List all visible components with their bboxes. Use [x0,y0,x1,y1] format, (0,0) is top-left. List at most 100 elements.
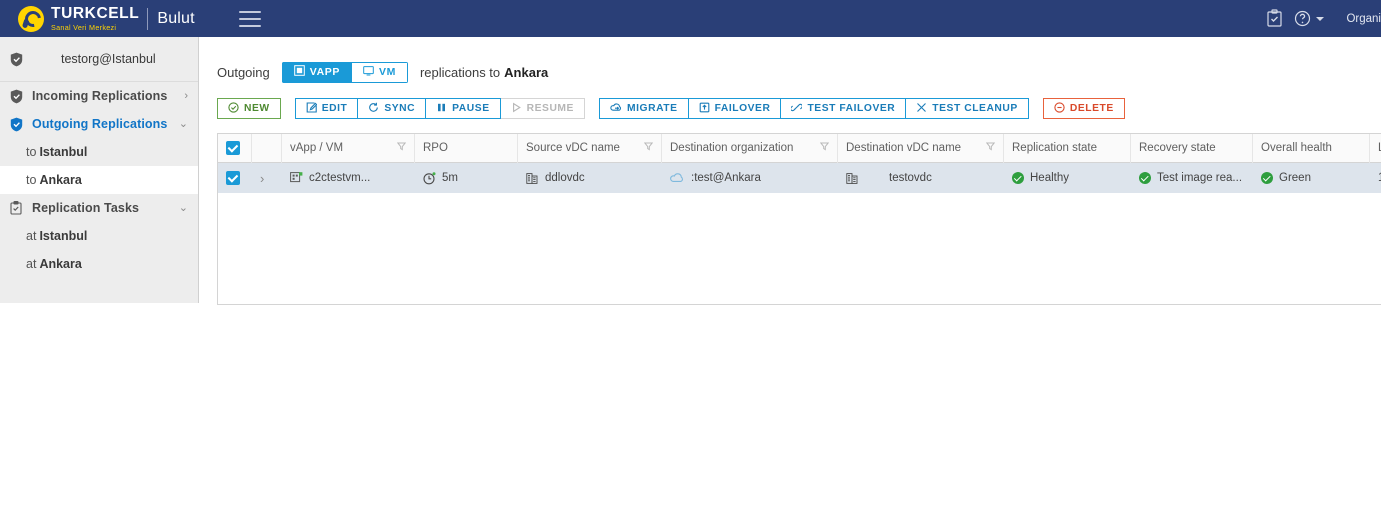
top-bar: TURKCELL Sanal Veri Merkezi Bulut Organi [0,0,1381,37]
column-header-rpo[interactable]: RPO [415,134,518,163]
vdc-building-icon [846,172,859,185]
sidebar-item-label: Istanbul [39,229,88,243]
column-label: Source vDC name [526,142,620,154]
column-header-destination-vdc-name[interactable]: Destination vDC name [838,134,1004,163]
column-header-last-check[interactable]: Last c [1370,134,1381,163]
sidebar-item-label: Istanbul [39,145,88,159]
delete-circle-icon [1054,101,1065,116]
main-content: Outgoing VAPP VM replications to Ankara … [200,37,1381,305]
resume-button-label: RESUME [526,103,574,114]
cloud-icon [670,172,685,184]
replications-table: vApp / VM RPO Source vDC name Destinatio… [217,133,1381,305]
status-ok-icon [1261,172,1273,184]
select-all-checkbox[interactable] [226,141,240,155]
shield-check-icon [228,101,239,116]
sidebar-group-label: Replication Tasks [32,201,140,215]
sidebar-group-outgoing-replications[interactable]: Outgoing Replications ⌄ [0,110,198,138]
row-checkbox[interactable] [226,171,240,185]
filter-funnel-icon[interactable] [985,142,996,154]
column-header-recovery-state[interactable]: Recovery state [1131,134,1253,163]
column-header-destination-organization[interactable]: Destination organization [662,134,838,163]
column-header-source-vdc-name[interactable]: Source vDC name [518,134,662,163]
clipboard-icon [10,201,24,215]
menu-toggle-icon[interactable] [238,10,261,27]
sidebar-item-to-istanbul[interactable]: to Istanbul [0,138,198,166]
sidebar-group-replication-tasks[interactable]: Replication Tasks ⌄ [0,194,198,222]
delete-button[interactable]: DELETE [1042,98,1125,119]
tab-vapp[interactable]: VAPP [281,61,352,83]
chevron-down-icon[interactable]: ⌄ [179,118,188,130]
expander-header-cell [252,134,282,163]
tab-vm[interactable]: VM [351,61,408,83]
sidebar-user[interactable]: testorg@Istanbul [0,37,198,82]
tasks-clipboard-icon[interactable] [1257,9,1291,28]
sidebar-item-to-ankara[interactable]: to Ankara [0,166,198,194]
test-failover-button[interactable]: TEST FAILOVER [781,98,907,119]
sidebar-group-incoming-replications[interactable]: Incoming Replications › [0,82,198,110]
sync-button[interactable]: SYNC [358,98,427,119]
cell-rpo-label: 5m [442,172,458,184]
chevron-down-icon[interactable] [1316,16,1325,21]
failover-button[interactable]: FAILOVER [688,98,782,119]
cell-destination-org-label: :test@Ankara [691,172,761,184]
edit-button[interactable]: EDIT [294,98,359,119]
help-menu[interactable] [1291,10,1325,27]
chevron-down-icon[interactable]: ⌄ [179,202,188,214]
cell-source-vdc-name: ddlovdc [518,163,662,193]
sidebar-item-at-ankara[interactable]: at Ankara [0,250,198,278]
cell-recovery-state: Test image rea... [1131,163,1253,193]
column-label: Replication state [1012,142,1098,154]
logo-title: TURKCELL [51,5,140,23]
test-cleanup-button[interactable]: TEST CLEANUP [906,98,1029,119]
migrate-button[interactable]: MIGRATE [598,98,689,119]
row-select-cell [218,163,252,193]
help-circle-icon[interactable] [1291,10,1313,27]
cell-replication-state: Healthy [1004,163,1131,193]
page-title-target: Ankara [504,64,549,80]
brand-logo[interactable]: TURKCELL Sanal Veri Merkezi Bulut [18,5,195,32]
cell-destination-vdc-name: testovdc [838,163,1004,193]
vm-icon [363,65,374,79]
resume-button: RESUME [500,98,585,119]
cell-vapp-vm: c2ctestvm... [282,163,415,193]
cell-source-vdc-label: ddlovdc [545,172,585,184]
sidebar-item-at-istanbul[interactable]: at Istanbul [0,222,198,250]
column-label: Recovery state [1139,142,1216,154]
migrate-cloud-icon [610,102,622,116]
sidebar-item-label: Ankara [39,173,82,187]
column-header-overall-health[interactable]: Overall health [1253,134,1370,163]
type-segmented-control: VAPP VM [281,61,408,83]
new-button[interactable]: NEW [217,98,281,119]
failover-icon [699,102,710,116]
column-header-vapp-vm[interactable]: vApp / VM [282,134,415,163]
cell-destination-vdc-label: testovdc [889,172,932,184]
filter-funnel-icon[interactable] [643,142,654,154]
status-ok-icon [1139,172,1151,184]
page-title-prefix: Outgoing [217,64,270,80]
sidebar-item-prefix: to [26,145,37,159]
top-bar-actions: Organi [1257,0,1381,37]
pause-button[interactable]: PAUSE [426,98,501,119]
row-expander-cell: › [252,163,282,193]
clock-icon [423,171,436,185]
filter-funnel-icon[interactable] [819,142,830,154]
column-header-replication-state[interactable]: Replication state [1004,134,1131,163]
cell-overall-health: Green [1253,163,1370,193]
sidebar-item-prefix: at [26,257,37,271]
failover-button-label: FAILOVER [714,103,771,114]
test-cleanup-icon [916,102,927,116]
failover-actions-group: MIGRATE FAILOVER TEST FAILOVER TEST CLEA… [598,98,1029,119]
table-row[interactable]: › c2ctestvm... 5m ddlovdc:test@Ankara t… [218,163,1381,193]
sync-button-label: SYNC [384,103,416,114]
tab-vapp-label: VAPP [309,66,340,78]
filter-funnel-icon[interactable] [396,142,407,154]
vapp-icon [293,65,305,79]
chevron-right-icon[interactable]: › [184,90,188,102]
cell-overall-health-label: Green [1279,172,1311,184]
organization-label[interactable]: Organi [1346,13,1381,25]
vdc-building-icon [526,172,539,185]
status-ok-icon [1012,172,1024,184]
logo-subtitle: Sanal Veri Merkezi [51,22,117,32]
cell-recovery-state-label: Test image rea... [1157,172,1243,184]
chevron-right-icon[interactable]: › [260,171,264,186]
